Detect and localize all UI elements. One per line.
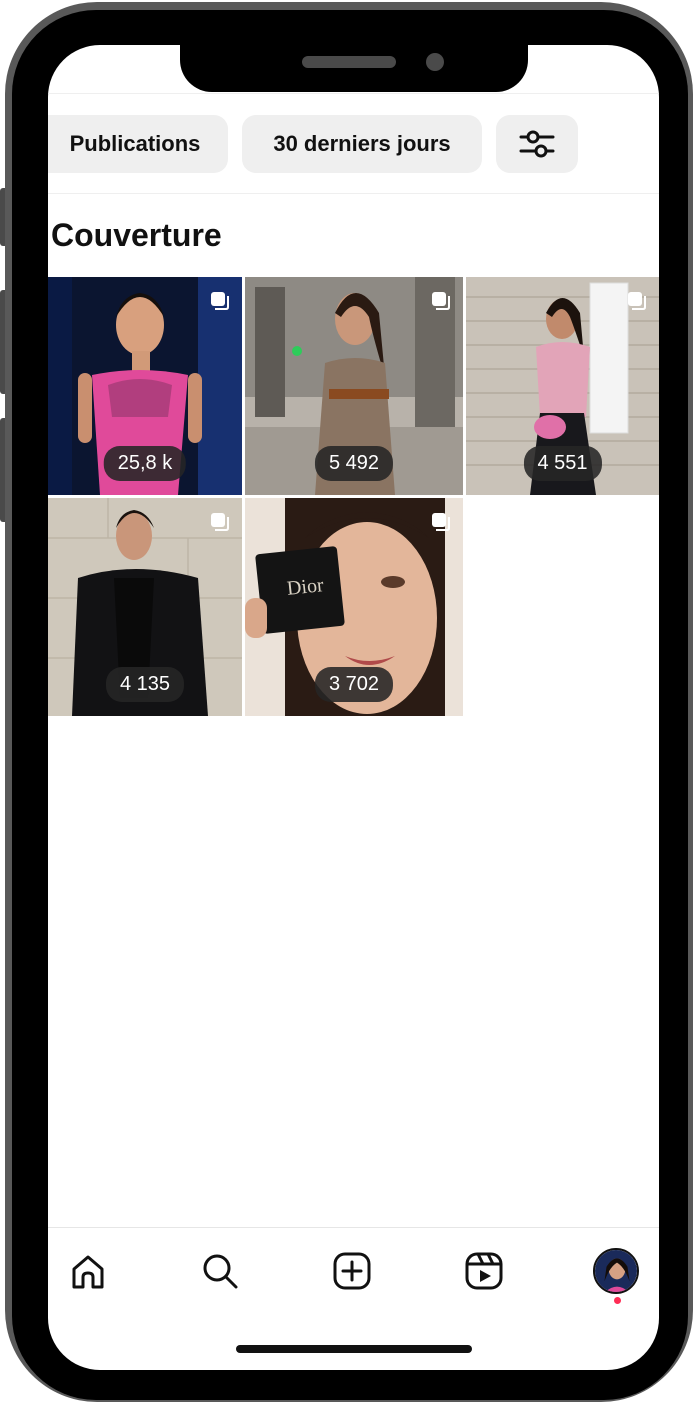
section-title: Couverture bbox=[51, 217, 222, 253]
filter-settings-button[interactable] bbox=[496, 115, 578, 173]
post-tile[interactable]: Dior 3 702 bbox=[245, 498, 463, 716]
app-screen: Publications 30 derniers jours Couvertur… bbox=[48, 45, 659, 1370]
nav-profile[interactable] bbox=[588, 1243, 644, 1299]
front-camera bbox=[426, 53, 444, 71]
notification-dot bbox=[614, 1297, 621, 1304]
reach-count: 4 551 bbox=[523, 446, 602, 481]
profile-avatar bbox=[593, 1248, 639, 1294]
carousel-icon bbox=[432, 513, 450, 531]
nav-reels[interactable] bbox=[456, 1243, 512, 1299]
post-tile[interactable]: 4 551 bbox=[466, 277, 659, 495]
carousel-icon bbox=[432, 292, 450, 310]
filter-period[interactable]: 30 derniers jours bbox=[242, 115, 482, 173]
bottom-nav bbox=[48, 1243, 659, 1299]
nav-home[interactable] bbox=[60, 1243, 116, 1299]
nav-search[interactable] bbox=[192, 1243, 248, 1299]
notch bbox=[180, 42, 528, 92]
filter-bar: Publications 30 derniers jours bbox=[48, 115, 592, 173]
post-tile[interactable]: 4 135 bbox=[48, 498, 242, 716]
reach-count: 4 135 bbox=[105, 667, 185, 702]
reach-count: 3 702 bbox=[314, 667, 394, 702]
create-icon bbox=[333, 1252, 371, 1290]
sliders-icon bbox=[519, 130, 555, 158]
reach-count: 25,8 k bbox=[103, 446, 187, 481]
reels-icon bbox=[465, 1252, 503, 1290]
carousel-icon bbox=[628, 292, 646, 310]
speaker bbox=[302, 56, 396, 68]
home-icon bbox=[72, 1255, 104, 1289]
carousel-icon bbox=[211, 513, 229, 531]
post-tile[interactable]: 5 492 bbox=[245, 277, 463, 495]
nav-divider bbox=[48, 1227, 659, 1228]
header-divider bbox=[48, 93, 659, 94]
filter-period-label: 30 derniers jours bbox=[273, 131, 451, 156]
reach-count: 5 492 bbox=[314, 446, 394, 481]
filter-content-type-label: Publications bbox=[69, 131, 201, 156]
search-icon bbox=[203, 1254, 238, 1289]
filter-divider bbox=[48, 193, 659, 194]
carousel-icon bbox=[211, 292, 229, 310]
nav-create[interactable] bbox=[324, 1243, 380, 1299]
filter-content-type[interactable]: Publications bbox=[48, 115, 228, 173]
product-label: Dior bbox=[285, 574, 325, 600]
post-tile[interactable]: 25,8 k bbox=[48, 277, 242, 495]
home-indicator[interactable] bbox=[236, 1345, 472, 1353]
